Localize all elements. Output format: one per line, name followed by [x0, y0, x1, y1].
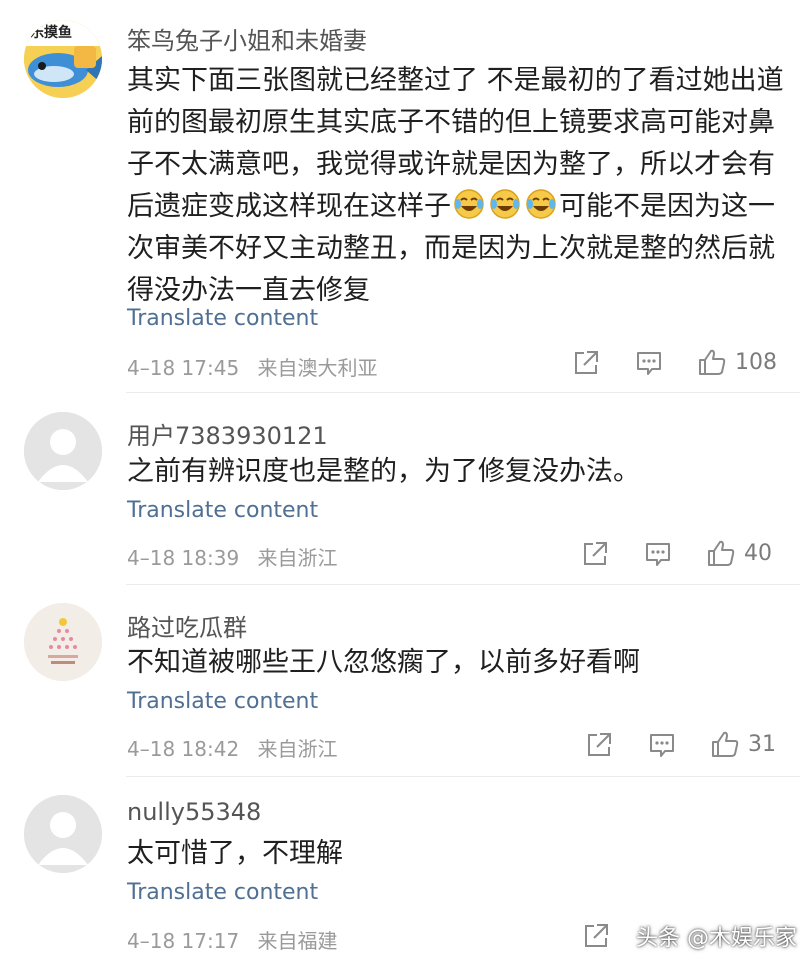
reply-button[interactable]: [647, 730, 677, 760]
like-count: 40: [744, 540, 772, 566]
share-icon: [585, 924, 608, 947]
comment-text: 不知道被哪些王八忽悠瘸了，以前多好看啊: [127, 647, 640, 678]
share-icon: [584, 542, 607, 565]
comment-text: 之前有辨识度也是整的，为了修复没办法。: [127, 456, 640, 487]
username[interactable]: nully55348: [127, 798, 261, 826]
timestamp: 4–18 17:17: [127, 929, 240, 953]
share-button[interactable]: [580, 539, 610, 569]
comment-icon: [637, 352, 661, 375]
laugh-cry-emoji-icon: [453, 188, 485, 220]
comment-item: 乐摸鱼 笨鸟兔子小姐和未婚妻 其实下面三张图就已经整过了 不是最初的了看过她出道…: [0, 0, 800, 392]
comment-item: 用户7383930121 之前有辨识度也是整的，为了修复没办法。 Transla…: [0, 393, 800, 583]
thumbs-up-icon: [699, 349, 726, 375]
avatar[interactable]: 乐摸鱼: [24, 20, 102, 98]
location: 来自浙江: [257, 737, 338, 761]
timestamp: 4–18 18:39: [127, 546, 240, 570]
watermark: 头条 @木娱乐家: [636, 926, 797, 951]
comment-text: 其实下面三张图就已经整过了 不是最初的了看过她出道前的图最初原生其实底子不错的但…: [127, 60, 787, 312]
avatar[interactable]: [24, 603, 102, 681]
comment-icon: [646, 543, 670, 566]
location: 来自福建: [257, 929, 338, 953]
comment-meta: 4–18 17:45 来自澳大利亚: [127, 352, 378, 381]
comment-icon: [650, 734, 674, 757]
thumbs-up-icon: [712, 731, 739, 757]
avatar[interactable]: [24, 795, 102, 873]
translate-link[interactable]: Translate content: [127, 306, 318, 331]
share-button[interactable]: [584, 730, 614, 760]
like-button[interactable]: 108: [697, 347, 777, 377]
reply-button[interactable]: [643, 539, 673, 569]
timestamp: 4–18 17:45: [127, 356, 240, 380]
translate-link[interactable]: Translate content: [127, 689, 318, 714]
like-button[interactable]: 31: [710, 729, 776, 759]
comment-meta: 4–18 17:17 来自福建: [127, 925, 338, 954]
timestamp: 4–18 18:42: [127, 737, 240, 761]
avatar[interactable]: [24, 412, 102, 490]
translate-link[interactable]: Translate content: [127, 498, 318, 523]
location: 来自澳大利亚: [257, 356, 378, 380]
like-count: 31: [748, 731, 776, 757]
avatar-label: 乐摸鱼: [30, 25, 72, 41]
share-icon: [575, 351, 598, 374]
share-button[interactable]: [571, 348, 601, 378]
reply-button[interactable]: [634, 348, 664, 378]
share-button[interactable]: [581, 921, 611, 951]
thumbs-up-icon: [708, 540, 735, 566]
username[interactable]: 笨鸟兔子小姐和未婚妻: [127, 21, 367, 56]
username[interactable]: 路过吃瓜群: [127, 608, 247, 643]
laugh-cry-emoji-icon: [525, 188, 557, 220]
laugh-cry-emoji-icon: [489, 188, 521, 220]
location: 来自浙江: [257, 546, 338, 570]
translate-link[interactable]: Translate content: [127, 880, 318, 905]
like-count: 108: [735, 349, 777, 375]
comment-meta: 4–18 18:42 来自浙江: [127, 733, 338, 762]
comment-meta: 4–18 18:39 来自浙江: [127, 542, 338, 571]
username[interactable]: 用户7383930121: [127, 416, 328, 451]
share-icon: [588, 733, 611, 756]
like-button[interactable]: 40: [706, 538, 772, 568]
comment-text: 太可惜了，不理解: [127, 838, 343, 869]
comment-item: 路过吃瓜群 不知道被哪些王八忽悠瘸了，以前多好看啊 Translate cont…: [0, 585, 800, 775]
